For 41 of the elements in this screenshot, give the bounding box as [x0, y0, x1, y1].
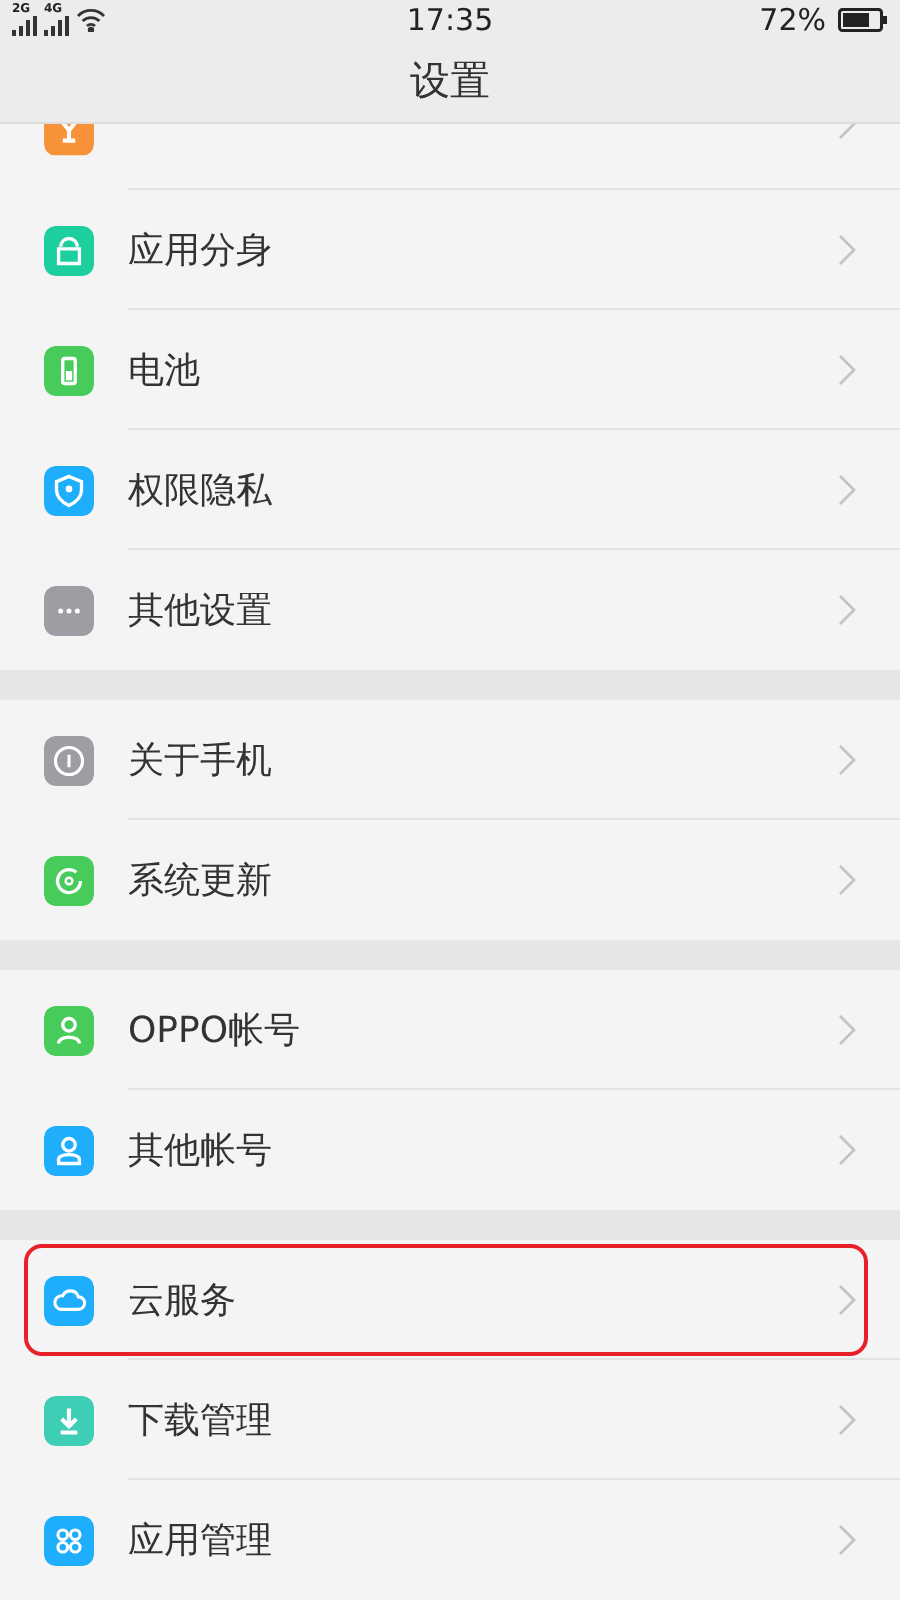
- cloud-icon: [44, 1275, 94, 1325]
- shield-icon: [44, 465, 94, 515]
- battery-percent: 72%: [759, 1, 827, 38]
- battery-icon: [44, 345, 94, 395]
- chevron-icon: [838, 474, 856, 506]
- row-label: OPPO帐号: [128, 1008, 303, 1054]
- signal-icon: [12, 15, 38, 36]
- row-label: 应用管理: [128, 1518, 274, 1564]
- chevron-icon: [838, 864, 856, 896]
- row-label: 电池: [128, 348, 202, 394]
- grid-icon: [44, 1515, 94, 1565]
- row-label: 其他设置: [128, 588, 274, 634]
- info-icon: [44, 735, 94, 785]
- more-icon: [44, 585, 94, 635]
- row-label: 关于手机: [128, 738, 274, 784]
- chevron-icon: [838, 354, 856, 386]
- battery-icon: [838, 7, 889, 32]
- chevron-icon: [838, 124, 856, 140]
- refresh-icon: [44, 855, 94, 905]
- signal-icon: [44, 15, 70, 36]
- chevron-icon: [838, 1284, 856, 1316]
- row-label: 其他帐号: [128, 1128, 274, 1174]
- chevron-icon: [838, 1014, 856, 1046]
- user-icon: [44, 1125, 94, 1175]
- download-icon: [44, 1395, 94, 1445]
- figure-icon: [44, 124, 94, 156]
- chevron-icon: [838, 744, 856, 776]
- row-label: 下载管理: [128, 1398, 274, 1444]
- user-icon: [44, 1005, 94, 1055]
- page-title: 设置: [410, 53, 490, 108]
- chevron-icon: [838, 1134, 856, 1166]
- chevron-icon: [838, 1524, 856, 1556]
- row-label: 应用分身: [128, 228, 274, 274]
- wifi-icon: [76, 7, 106, 32]
- chevron-icon: [838, 594, 856, 626]
- clock-time: 17:35: [406, 1, 494, 38]
- row-label: 云服务: [128, 1278, 238, 1324]
- row-label: 权限隐私: [128, 468, 274, 514]
- chevron-icon: [838, 234, 856, 266]
- row-label: 系统更新: [128, 858, 274, 904]
- chevron-icon: [838, 1404, 856, 1436]
